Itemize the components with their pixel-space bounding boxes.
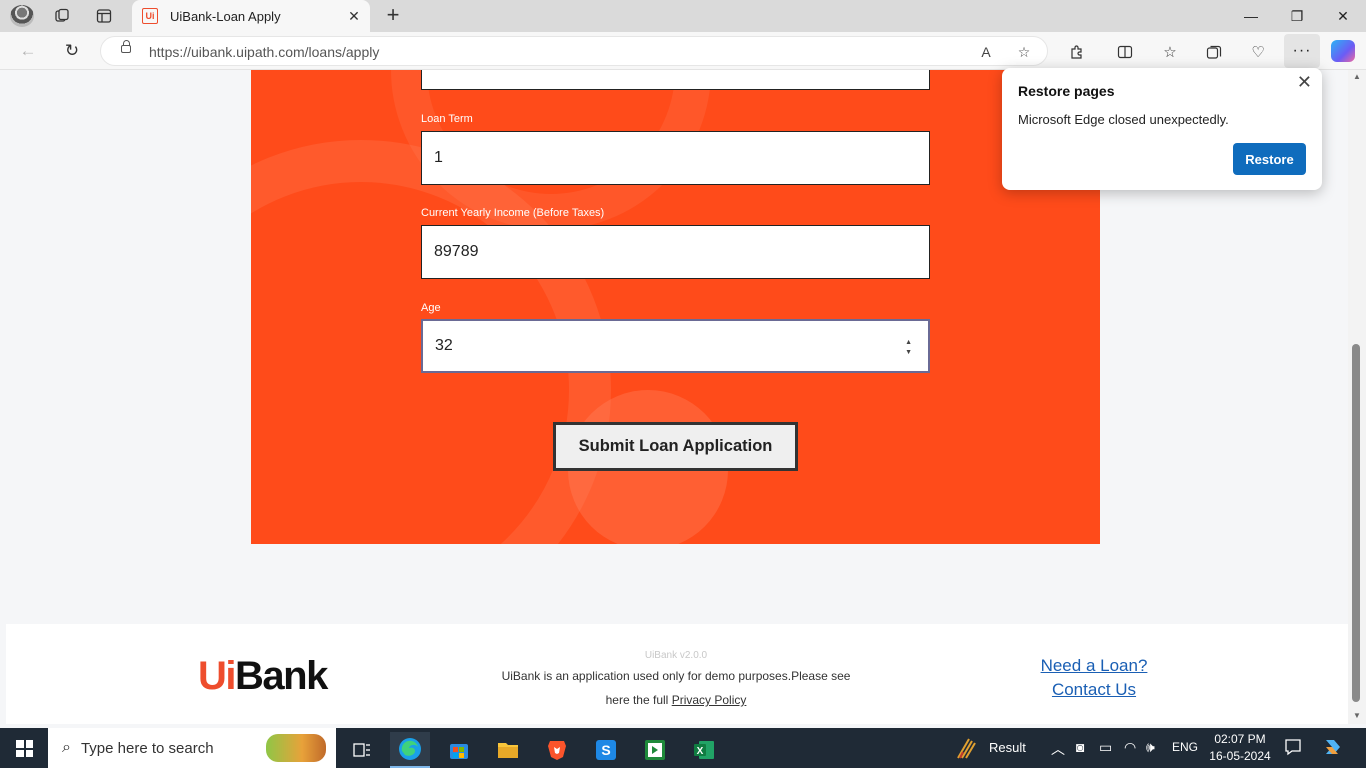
search-highlight-icon — [266, 734, 326, 762]
collections-icon[interactable] — [1201, 39, 1227, 65]
previous-field-input[interactable] — [421, 70, 930, 90]
chevron-up-icon[interactable]: ︿ — [1051, 739, 1065, 759]
search-placeholder: Type here to search — [80, 739, 214, 757]
workspaces-icon[interactable] — [48, 4, 76, 28]
meet-now-icon[interactable]: ◙ — [1076, 739, 1084, 755]
back-icon[interactable]: ← — [14, 38, 42, 64]
popup-title: Restore pages — [1018, 83, 1115, 99]
new-tab-icon[interactable]: + — [380, 3, 406, 29]
minimize-icon[interactable]: — — [1228, 0, 1274, 32]
url-text[interactable]: https://uibank.uipath.com/loans/apply — [149, 44, 379, 60]
loan-term-input[interactable]: 1 — [421, 131, 930, 185]
taskbar-search[interactable]: ⌕ Type here to search — [48, 728, 336, 768]
address-bar[interactable]: https://uibank.uipath.com/loans/apply A … — [100, 36, 1048, 66]
contact-us-link[interactable]: Contact Us — [1016, 678, 1172, 702]
read-aloud-icon[interactable]: A — [975, 41, 997, 63]
close-window-icon[interactable]: ✕ — [1320, 0, 1366, 32]
lock-icon[interactable] — [121, 40, 131, 53]
age-input[interactable]: 32 ▲ ▼ — [421, 319, 930, 373]
wifi-icon[interactable]: ◠ — [1124, 739, 1136, 756]
popup-message: Microsoft Edge closed unexpectedly. — [1018, 112, 1229, 127]
language-indicator[interactable]: ENG — [1172, 740, 1198, 754]
copilot-icon[interactable] — [1331, 40, 1355, 62]
result-app-icon[interactable] — [955, 736, 979, 763]
battery-icon[interactable]: ▭ — [1099, 739, 1112, 756]
start-icon[interactable] — [16, 740, 33, 757]
restore-window-icon[interactable]: ❐ — [1274, 0, 1320, 32]
extensions-icon[interactable] — [1064, 39, 1090, 65]
file-explorer-icon[interactable] — [488, 732, 528, 768]
navigation-bar: ← ↻ https://uibank.uipath.com/loans/appl… — [0, 32, 1366, 70]
favorite-icon[interactable]: ☆ — [1013, 41, 1035, 63]
footer-description: UiBank is an application used only for d… — [501, 669, 851, 707]
age-value[interactable]: 32 — [435, 337, 453, 355]
windows-taskbar: ⌕ Type here to search S X Result ︿ ◙ ▭ ◠… — [0, 728, 1366, 768]
close-icon[interactable]: ✕ — [342, 8, 366, 25]
page-scrollbar[interactable]: ▲ ▼ — [1348, 70, 1366, 724]
version-text: UiBank v2.0.0 — [644, 650, 708, 661]
uibank-favicon-icon: Ui — [142, 8, 158, 24]
close-icon[interactable]: ✕ — [1297, 72, 1312, 93]
loan-term-label: Loan Term — [421, 113, 473, 125]
need-a-loan-link[interactable]: Need a Loan? — [1016, 654, 1172, 678]
uibank-logo[interactable]: UiBank — [198, 654, 328, 699]
footer-links: Need a Loan? Contact Us — [1016, 654, 1172, 702]
volume-icon[interactable]: 🕪 — [1146, 739, 1155, 756]
scroll-thumb[interactable] — [1352, 344, 1360, 702]
tab-actions-icon[interactable] — [90, 4, 118, 28]
svg-text:S: S — [601, 742, 610, 758]
notification-icon[interactable] — [1284, 738, 1302, 759]
refresh-icon[interactable]: ↻ — [58, 38, 86, 64]
scroll-down-icon[interactable]: ▼ — [1353, 711, 1361, 720]
uipath-studio-icon[interactable]: S — [586, 732, 626, 768]
browser-essentials-icon[interactable]: ♡ — [1245, 39, 1271, 65]
restore-button[interactable]: Restore — [1233, 143, 1306, 175]
page-footer: UiBank UiBank v2.0.0 UiBank is an applic… — [6, 624, 1348, 724]
income-input[interactable]: 89789 — [421, 225, 930, 279]
taskbar-clock[interactable]: 02:07 PM 16-05-2024 — [1196, 731, 1284, 765]
footer-info: UiBank v2.0.0 UiBank is an application u… — [476, 650, 876, 712]
result-label[interactable]: Result — [989, 740, 1026, 755]
profile-icon[interactable] — [10, 5, 34, 27]
loan-form-panel: Loan Term 1 Current Yearly Income (Befor… — [251, 70, 1100, 544]
privacy-policy-link[interactable]: Privacy Policy — [672, 693, 747, 707]
svg-text:X: X — [697, 746, 704, 757]
submit-loan-application-button[interactable]: Submit Loan Application — [553, 422, 798, 471]
income-label: Current Yearly Income (Before Taxes) — [421, 207, 605, 219]
copilot-taskbar-icon[interactable] — [1322, 736, 1344, 761]
age-label: Age — [421, 302, 441, 314]
title-bar: Ui UiBank-Loan Apply ✕ + — ❐ ✕ — [0, 0, 1366, 32]
clock-time: 02:07 PM — [1214, 732, 1266, 746]
split-screen-icon[interactable] — [1112, 39, 1138, 65]
microsoft-store-icon[interactable] — [439, 732, 479, 768]
clock-date: 16-05-2024 — [1209, 749, 1271, 763]
task-view-icon[interactable] — [342, 732, 382, 768]
scroll-up-icon[interactable]: ▲ — [1353, 72, 1361, 81]
excel-icon[interactable]: X — [684, 732, 724, 768]
more-icon[interactable]: ··· — [1284, 34, 1320, 68]
brave-browser-icon[interactable] — [537, 732, 577, 768]
restore-pages-popup: Restore pages ✕ Microsoft Edge closed un… — [1002, 68, 1322, 190]
edge-app-icon[interactable] — [390, 732, 430, 768]
search-icon: ⌕ — [62, 739, 71, 756]
favorites-icon[interactable]: ☆ — [1157, 39, 1183, 65]
tab-uibank-loan-apply[interactable]: Ui UiBank-Loan Apply ✕ — [132, 0, 370, 32]
uipath-assistant-icon[interactable] — [635, 732, 675, 768]
number-spinner-icon[interactable]: ▲ ▼ — [905, 338, 912, 358]
tab-title: UiBank-Loan Apply — [170, 8, 281, 24]
